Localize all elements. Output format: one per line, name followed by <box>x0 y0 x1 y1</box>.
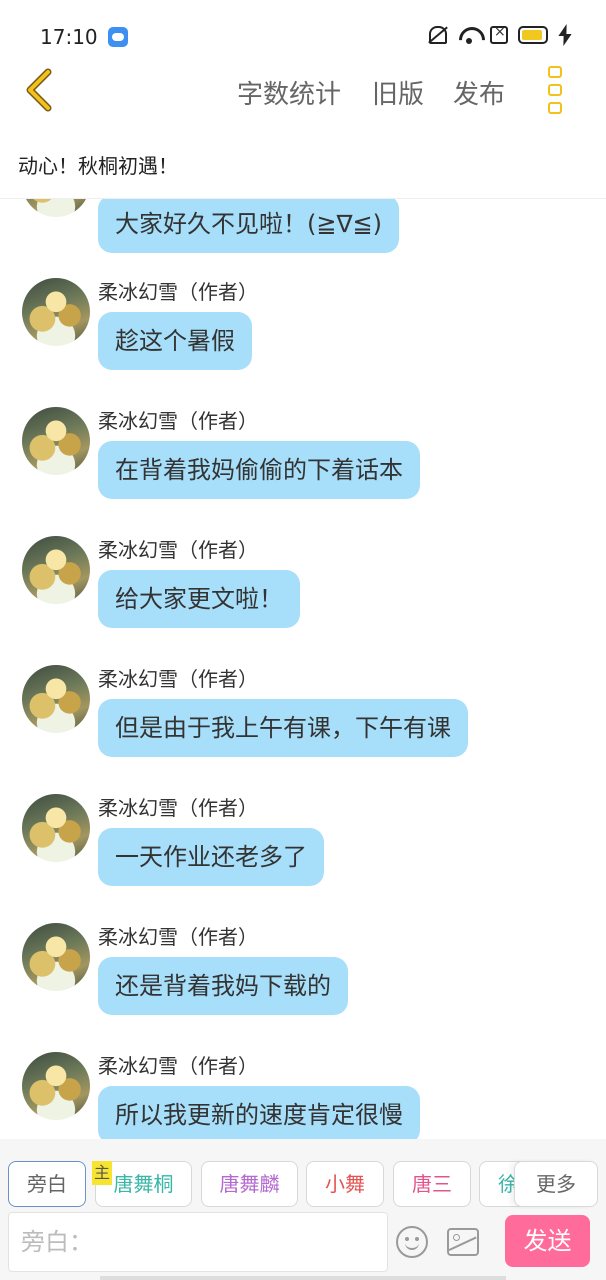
author-name: 柔冰幻雪（作者） <box>98 1054 258 1078</box>
battery-icon <box>518 26 548 44</box>
menu-dot <box>548 84 562 96</box>
message-bubble[interactable]: 大家好久不见啦！(≧∇≦) <box>98 199 399 253</box>
composer-panel: 旁白 唐舞桐 唐舞麟 小舞 唐三 徐 更多 主 发送 <box>0 1139 606 1280</box>
role-tangwulin[interactable]: 唐舞麟 <box>201 1161 298 1207</box>
old-version-button[interactable]: 旧版 <box>372 74 424 111</box>
charging-icon <box>558 24 570 46</box>
message-bubble[interactable]: 但是由于我上午有课，下午有课 <box>98 699 468 757</box>
message-bubble[interactable]: 还是背着我妈下载的 <box>98 957 348 1015</box>
role-narrator[interactable]: 旁白 <box>8 1161 86 1207</box>
mute-icon <box>426 24 448 46</box>
author-avatar[interactable] <box>22 923 90 991</box>
more-roles-button[interactable]: 更多 <box>514 1161 598 1207</box>
message-bubble[interactable]: 给大家更文啦！ <box>98 570 300 628</box>
message-bubble[interactable]: 趁这个暑假 <box>98 312 252 370</box>
sim-icon <box>490 24 508 44</box>
publish-button[interactable]: 发布 <box>453 74 505 111</box>
author-avatar[interactable] <box>22 536 90 604</box>
main-role-badge: 主 <box>92 1161 112 1185</box>
author-avatar[interactable] <box>22 1052 90 1120</box>
chat-list[interactable]: 大家好久不见啦！(≧∇≦) 柔冰幻雪（作者） 趁这个暑假 柔冰幻雪（作者） 在背… <box>0 199 606 1139</box>
message-input[interactable] <box>21 1213 387 1271</box>
menu-icon[interactable] <box>548 66 566 114</box>
author-avatar[interactable] <box>22 199 90 217</box>
message-input-box[interactable] <box>8 1212 388 1272</box>
author-name: 柔冰幻雪（作者） <box>98 925 258 949</box>
back-button[interactable] <box>18 68 62 112</box>
role-tangsan[interactable]: 唐三 <box>393 1161 471 1207</box>
message-bubble[interactable]: 在背着我妈偷偷的下着话本 <box>98 441 420 499</box>
author-avatar[interactable] <box>22 665 90 733</box>
send-button[interactable]: 发送 <box>505 1215 590 1267</box>
role-xiaowu[interactable]: 小舞 <box>306 1161 384 1207</box>
status-time: 17:10 <box>40 25 98 49</box>
role-selector[interactable]: 旁白 唐舞桐 唐舞麟 小舞 唐三 徐 更多 <box>0 1159 606 1209</box>
emoji-icon[interactable] <box>396 1226 428 1258</box>
author-avatar[interactable] <box>22 407 90 475</box>
author-name: 柔冰幻雪（作者） <box>98 538 258 562</box>
chapter-title: 动心！秋桐初遇！ <box>18 154 178 178</box>
author-name: 柔冰幻雪（作者） <box>98 409 258 433</box>
author-avatar[interactable] <box>22 794 90 862</box>
author-name: 柔冰幻雪（作者） <box>98 667 258 691</box>
message-bubble[interactable]: 一天作业还老多了 <box>98 828 324 886</box>
message-bubble[interactable]: 所以我更新的速度肯定很慢 <box>98 1086 420 1139</box>
author-avatar[interactable] <box>22 278 90 346</box>
author-name: 柔冰幻雪（作者） <box>98 280 258 304</box>
back-chevron-icon <box>26 68 52 112</box>
status-icons <box>426 24 570 46</box>
top-nav: 字数统计 旧版 发布 <box>0 60 606 122</box>
wifi-icon <box>458 24 480 46</box>
word-count-button[interactable]: 字数统计 <box>237 74 341 111</box>
menu-dot <box>548 66 562 78</box>
author-name: 柔冰幻雪（作者） <box>98 796 258 820</box>
menu-dot <box>548 102 562 114</box>
home-indicator <box>100 1276 506 1280</box>
app-notification-icon <box>108 27 128 47</box>
image-icon[interactable] <box>447 1228 479 1256</box>
